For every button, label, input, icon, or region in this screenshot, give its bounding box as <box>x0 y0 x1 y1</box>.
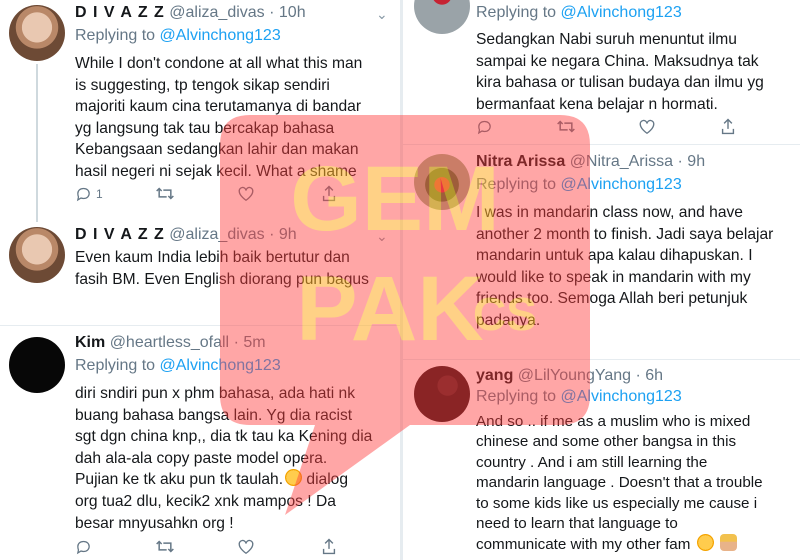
tweet-header: D I V A Z Z @aliza_divas · 10h <box>75 3 306 23</box>
like-button[interactable] <box>638 118 656 135</box>
reply-button[interactable]: 1 <box>75 185 103 202</box>
retweet-button[interactable] <box>155 185 175 202</box>
replying-to-label: Replying to <box>75 357 156 374</box>
retweet-icon <box>557 120 575 133</box>
tweet-text: Even kaum India lebih baik bertutur dan … <box>75 249 369 288</box>
timestamp[interactable]: 5m <box>243 334 265 351</box>
replying-to: Replying to @Alvinchong123 <box>476 386 682 408</box>
like-icon <box>238 186 254 202</box>
tweet-header: yang @LilYoungYang · 6h <box>476 366 663 386</box>
tweet-nitra[interactable]: Nitra Arissa @Nitra_Arissa · 9h Replying… <box>403 146 800 360</box>
like-icon <box>238 539 254 555</box>
replying-to: Replying to @Alvinchong123 <box>75 25 281 47</box>
user-handle[interactable]: @heartless_ofall <box>110 334 229 351</box>
timestamp[interactable]: 9h <box>687 153 705 170</box>
retweet-icon <box>156 187 174 200</box>
chevron-down-icon[interactable]: ⌄ <box>376 226 388 246</box>
right-column: Replying to @Alvinchong123 Sedangkan Nab… <box>403 0 800 560</box>
user-handle[interactable]: @aliza_divas <box>169 4 264 21</box>
user-handle[interactable]: @Nitra_Arissa <box>570 153 673 170</box>
display-name[interactable]: Kim <box>75 334 105 351</box>
avatar[interactable] <box>9 5 65 61</box>
tweet-actions <box>75 538 395 560</box>
user-handle[interactable]: @LilYoungYang <box>518 367 631 384</box>
tweet-text: And so .. if me as a muslim who is mixed… <box>476 412 796 556</box>
share-icon <box>322 185 336 202</box>
display-name[interactable]: Nitra Arissa <box>476 153 565 170</box>
timestamp[interactable]: 9h <box>279 226 297 243</box>
separator-dot: · <box>269 4 275 21</box>
mention-link[interactable]: @Alvinchong123 <box>160 357 281 374</box>
like-icon <box>639 119 655 135</box>
avatar[interactable] <box>414 154 470 210</box>
replying-to-label: Replying to <box>476 176 557 193</box>
tweet-actions: 1 <box>75 185 395 207</box>
separator-dot: · <box>233 334 239 351</box>
replying-to: Replying to @Alvinchong123 <box>476 174 682 196</box>
avatar[interactable] <box>414 0 470 34</box>
reply-count: 1 <box>96 186 103 201</box>
thread-line <box>36 64 38 222</box>
tweet-text-main: And so .. if me as a muslim who is mixed… <box>476 413 763 554</box>
tweet-header: Nitra Arissa @Nitra_Arissa · 9h <box>476 152 705 172</box>
tweet-top-partial[interactable]: Replying to @Alvinchong123 Sedangkan Nab… <box>403 0 800 145</box>
left-column: D I V A Z Z @aliza_divas · 10h ⌄ Replyin… <box>0 0 400 560</box>
replying-to-label: Replying to <box>476 388 557 405</box>
retweet-icon <box>156 540 174 553</box>
separator-dot: · <box>635 367 641 384</box>
tweet-text: While I don't condone at all what this m… <box>75 55 363 180</box>
reply-icon <box>477 120 491 135</box>
avatar[interactable] <box>9 227 65 283</box>
like-button[interactable] <box>237 185 255 202</box>
thinking-face-emoji-icon <box>696 534 714 552</box>
display-name[interactable]: D I V A Z Z <box>75 4 165 21</box>
reply-icon <box>76 187 90 202</box>
chevron-down-icon[interactable]: ⌄ <box>376 4 388 24</box>
avatar[interactable] <box>9 337 65 393</box>
tweet-text: I was in mandarin class now, and have an… <box>476 204 774 329</box>
replying-to: Replying to @Alvinchong123 <box>476 2 682 24</box>
sweat-smile-emoji-icon <box>285 469 303 487</box>
tweet-divazz-2[interactable]: D I V A Z Z @aliza_divas · 9h ⌄ Even kau… <box>0 222 400 326</box>
reply-button[interactable] <box>476 118 493 135</box>
tweet-actions <box>476 118 796 140</box>
share-button[interactable] <box>321 185 337 202</box>
share-button[interactable] <box>321 538 337 555</box>
separator-dot: · <box>677 153 683 170</box>
user-handle[interactable]: @aliza_divas <box>169 226 264 243</box>
mention-link[interactable]: @Alvinchong123 <box>561 176 682 193</box>
timestamp[interactable]: 6h <box>645 367 663 384</box>
display-name[interactable]: D I V A Z Z <box>75 226 165 243</box>
replying-to-label: Replying to <box>75 27 156 44</box>
share-icon <box>322 538 336 555</box>
replying-to: Replying to @Alvinchong123 <box>75 355 281 377</box>
like-button[interactable] <box>237 538 255 555</box>
retweet-button[interactable] <box>556 118 576 135</box>
person-emoji-icon <box>719 534 737 552</box>
share-button[interactable] <box>720 118 736 135</box>
tweet-text: Sedangkan Nabi suruh menuntut ilmu sampa… <box>476 31 764 113</box>
avatar[interactable] <box>414 366 470 422</box>
reply-button[interactable] <box>75 538 92 555</box>
retweet-button[interactable] <box>155 538 175 555</box>
tweet-header: Kim @heartless_ofall · 5m <box>75 333 266 353</box>
tweet-header: D I V A Z Z @aliza_divas · 9h <box>75 225 297 245</box>
share-icon <box>721 118 735 135</box>
tweet-text: diri sndiri pun x phm bahasa, ada hati n… <box>75 383 395 534</box>
mention-link[interactable]: @Alvinchong123 <box>561 388 682 405</box>
separator-dot: · <box>269 226 275 243</box>
mention-link[interactable]: @Alvinchong123 <box>160 27 281 44</box>
tweet-yang[interactable]: yang @LilYoungYang · 6h Replying to @Alv… <box>403 361 800 560</box>
reply-icon <box>76 540 90 555</box>
tweet-kim[interactable]: Kim @heartless_ofall · 5m Replying to @A… <box>0 327 400 560</box>
display-name[interactable]: yang <box>476 367 513 384</box>
replying-to-label: Replying to <box>476 4 557 21</box>
timestamp[interactable]: 10h <box>279 4 306 21</box>
tweet-divazz-1[interactable]: D I V A Z Z @aliza_divas · 10h ⌄ Replyin… <box>0 0 400 222</box>
mention-link[interactable]: @Alvinchong123 <box>561 4 682 21</box>
